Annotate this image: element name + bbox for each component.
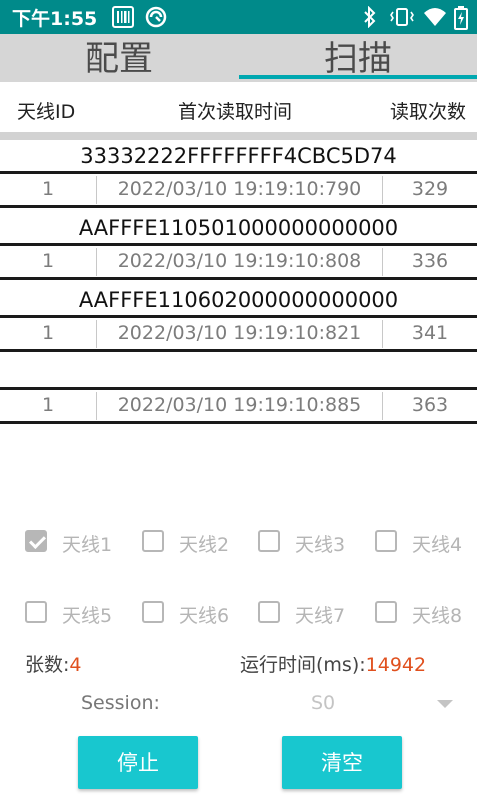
battery-icon	[454, 6, 468, 34]
antenna-label: 天线6	[179, 605, 230, 627]
tag-count-value: 4	[69, 654, 82, 676]
tag-epc[interactable]	[0, 357, 477, 387]
antenna-label: 天线4	[412, 534, 463, 556]
antenna-label: 天线1	[62, 534, 113, 556]
tab-selected-indicator	[239, 75, 477, 79]
antenna-label: 天线5	[62, 605, 113, 627]
cell-time: 2022/03/10 19:19:10:790	[117, 178, 362, 200]
table-row[interactable]: 1 2022/03/10 19:19:10:821 341	[0, 318, 477, 349]
checkbox-icon	[375, 601, 397, 623]
tag-epc[interactable]: AAFFFE110501000000000000	[0, 213, 477, 243]
row-divider	[0, 349, 477, 352]
checkbox-icon	[25, 601, 47, 623]
vibrate-icon	[390, 6, 414, 32]
runtime-value: 14942	[365, 654, 427, 676]
cell-antenna: 1	[41, 394, 55, 416]
table-row[interactable]: 1 2022/03/10 19:19:10:885 363	[0, 390, 477, 421]
table-row[interactable]: 1 2022/03/10 19:19:10:790 329	[0, 174, 477, 205]
row-divider	[0, 421, 477, 424]
table-row[interactable]: 1 2022/03/10 19:19:10:808 336	[0, 246, 477, 277]
barcode-icon	[112, 6, 134, 32]
tab-config[interactable]: 配置	[0, 34, 238, 82]
checkbox-icon	[258, 530, 280, 552]
antenna-label: 天线2	[179, 534, 230, 556]
stop-button[interactable]: 停止	[78, 736, 198, 789]
checkbox-icon	[142, 530, 164, 552]
tag-count-label: 张数:	[25, 654, 70, 676]
cell-time: 2022/03/10 19:19:10:885	[117, 394, 362, 416]
scan-app-icon	[145, 6, 167, 32]
cell-time: 2022/03/10 19:19:10:821	[117, 322, 362, 344]
status-bar: 下午1:55	[0, 0, 477, 34]
session-select[interactable]: S0	[311, 692, 335, 714]
cell-count: 341	[411, 322, 449, 344]
cell-count: 329	[411, 178, 449, 200]
header-antenna-id: 天线ID	[17, 101, 76, 123]
cell-antenna: 1	[41, 322, 55, 344]
cell-time: 2022/03/10 19:19:10:808	[117, 250, 362, 272]
clear-button[interactable]: 清空	[282, 736, 402, 789]
bluetooth-icon	[362, 5, 378, 32]
row-divider	[0, 205, 477, 208]
checkbox-icon	[375, 530, 397, 552]
table-header: 天线ID 首次读取时间 读取次数	[0, 82, 477, 132]
cell-count: 336	[411, 250, 449, 272]
cell-antenna: 1	[41, 250, 55, 272]
dropdown-arrow-icon[interactable]	[437, 700, 453, 708]
tag-epc[interactable]: 33332222FFFFFFFF4CBC5D74	[0, 141, 477, 171]
cell-count: 363	[411, 394, 449, 416]
session-label: Session:	[81, 692, 160, 714]
header-first-read-time: 首次读取时间	[178, 101, 293, 123]
tag-count: 张数:4	[25, 650, 82, 677]
row-divider	[0, 277, 477, 280]
runtime: 运行时间(ms):14942	[240, 650, 426, 677]
antenna-label: 天线7	[295, 605, 346, 627]
status-time: 下午1:55	[12, 8, 98, 30]
tag-epc[interactable]: AAFFFE110602000000000000	[0, 285, 477, 315]
antenna-label: 天线8	[412, 605, 463, 627]
antenna-label: 天线3	[295, 534, 346, 556]
header-read-count: 读取次数	[390, 101, 467, 123]
header-divider	[0, 132, 477, 140]
checkbox-checked-icon	[25, 530, 47, 552]
runtime-label: 运行时间(ms):	[240, 654, 366, 676]
cell-antenna: 1	[41, 178, 55, 200]
checkbox-icon	[258, 601, 280, 623]
wifi-icon	[423, 6, 447, 32]
checkbox-icon	[142, 601, 164, 623]
